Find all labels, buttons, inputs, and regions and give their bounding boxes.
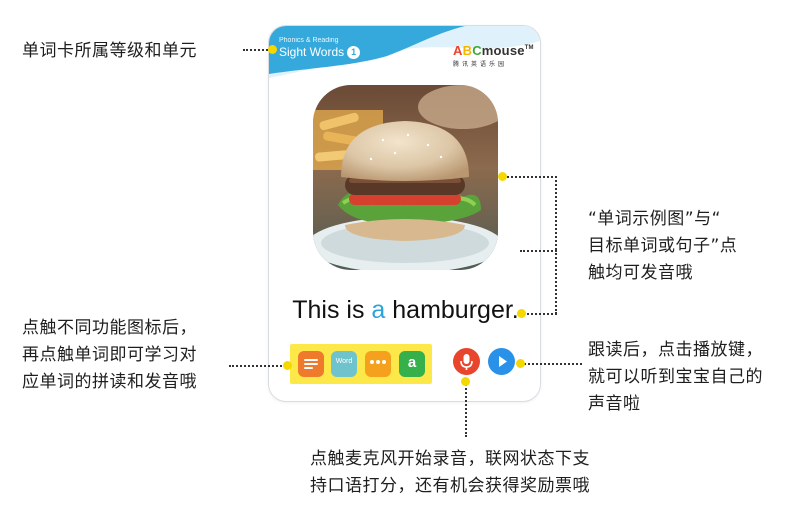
play-button[interactable] <box>488 348 515 375</box>
callout-play-button: 跟读后，点击播放键， 就可以听到宝宝自己的 声音啦 <box>588 340 763 414</box>
level-series: Phonics & Reading <box>279 37 339 44</box>
example-image-hamburger[interactable] <box>313 85 498 270</box>
leader-line-play <box>520 363 582 365</box>
marker-dot-function <box>283 361 292 370</box>
letter-button[interactable]: a <box>399 351 425 377</box>
function-toolbar: Word a <box>290 344 432 384</box>
play-icon <box>499 356 507 367</box>
hamburger-illustration <box>313 85 498 270</box>
letter-a-icon: a <box>407 354 417 371</box>
callout-level: 单词卡所属等级和单元 <box>22 41 197 61</box>
word-button[interactable]: Word <box>331 351 357 377</box>
leader-line-level <box>243 49 271 51</box>
sentence-card-icon <box>304 359 318 361</box>
leader-line-example <box>503 176 557 178</box>
sentence-end[interactable]: hamburger. <box>385 296 518 324</box>
chat-icon <box>370 360 386 366</box>
marker-dot-image <box>498 172 507 181</box>
marker-dot-sentence <box>517 309 526 318</box>
sentence-start[interactable]: This is <box>292 296 371 324</box>
marker-dot-mic <box>461 377 470 386</box>
callout-microphone: 点触麦克风开始录音，联网状态下支 持口语打分，还有机会获得奖励票哦 <box>310 449 590 496</box>
callout-example-image: “单词示例图”与“ 目标单词或句子”点 触均可发音哦 <box>588 209 738 283</box>
marker-dot-play <box>516 359 525 368</box>
level-number: 1 <box>347 46 361 59</box>
callout-function-icons: 点触不同功能图标后， 再点触单词即可学习对 应单词的拼读和发音哦 <box>22 318 197 392</box>
sentence-card-button[interactable] <box>298 351 324 377</box>
level-name: Sight Words <box>279 45 345 59</box>
target-sentence[interactable]: This is a hamburger. <box>269 296 540 325</box>
marker-dot-level <box>268 45 277 54</box>
sentence-target-word[interactable]: a <box>371 296 385 324</box>
level-badge: Phonics & Reading Sight Words 1 <box>279 37 361 59</box>
brand-subtitle: 腾讯英语乐园 <box>453 62 508 68</box>
record-button[interactable] <box>453 348 480 375</box>
leader-line-mic <box>465 381 467 437</box>
word-card: Phonics & Reading Sight Words 1 ABCmouseT… <box>268 25 541 402</box>
word-icon: Word <box>335 358 353 365</box>
microphone-icon <box>460 354 473 370</box>
brand-logo: ABCmouseTM 腾讯英语乐园 <box>453 43 534 68</box>
chat-button[interactable] <box>365 351 391 377</box>
